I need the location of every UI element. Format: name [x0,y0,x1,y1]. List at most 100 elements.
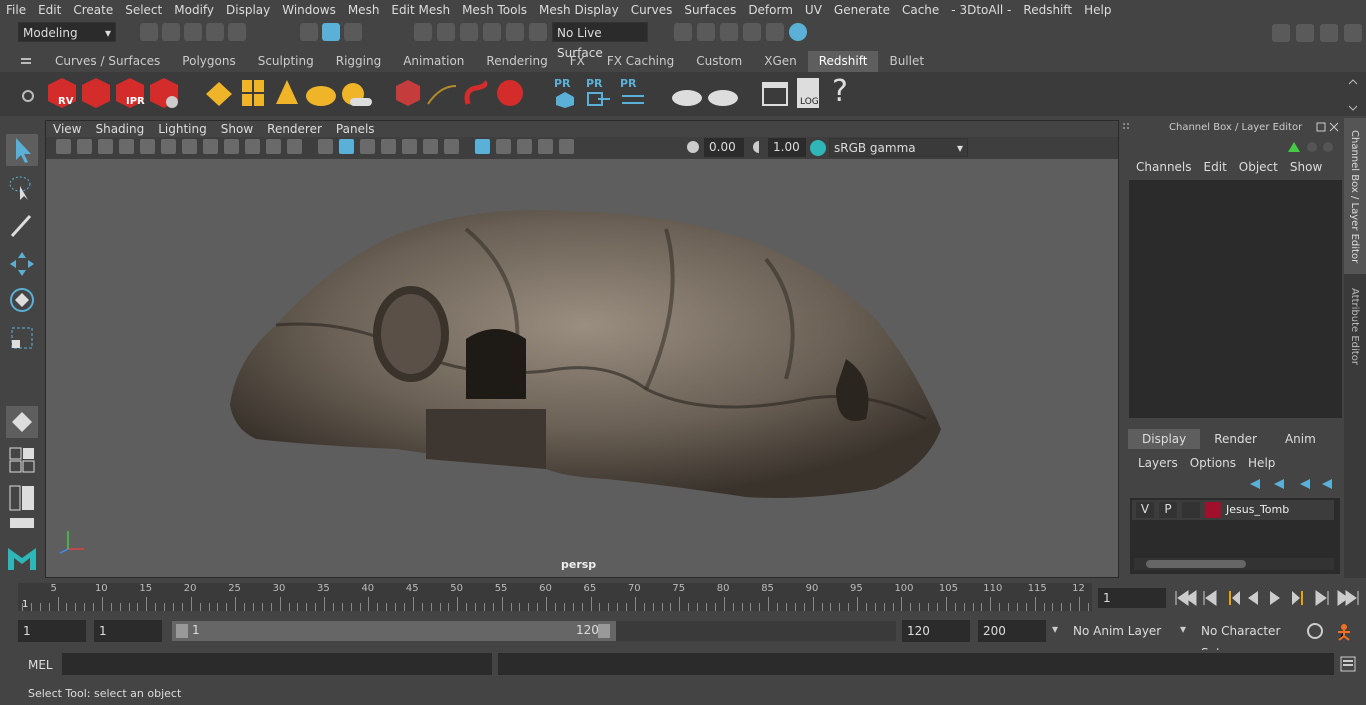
layout-options-icon[interactable] [6,514,38,532]
lights-icon[interactable] [381,139,396,154]
select-component-icon[interactable] [344,23,362,41]
menu-create[interactable]: Create [67,3,119,17]
current-frame-field[interactable]: 1 [1098,588,1166,608]
animation-prefs-icon[interactable] [1334,621,1354,641]
mel-label[interactable]: MEL [28,658,53,672]
proxy-icon[interactable] [394,78,422,108]
bookmark-icon[interactable] [98,139,113,154]
playback-start-field[interactable]: 1 [94,620,162,642]
3d-view[interactable]: persp [46,159,1118,577]
color-space-dropdown[interactable]: sRGB gamma ▾ [829,138,968,157]
layer-tab-anim[interactable]: Anim [1271,429,1330,449]
menu-help[interactable]: Help [1078,3,1117,17]
tab-channel-box[interactable]: Channel Box / Layer Editor [1344,118,1366,274]
hud-icon[interactable] [559,139,574,154]
layer-playback-toggle[interactable]: P [1159,502,1177,518]
layer-tab-render[interactable]: Render [1200,429,1271,449]
soft-select-icon[interactable] [6,406,38,438]
snap-edge-icon[interactable] [529,23,547,41]
save-scene-icon[interactable] [184,23,202,41]
resolution-gate-icon[interactable] [224,139,239,154]
shadows-icon[interactable] [402,139,417,154]
menu-mesh-tools[interactable]: Mesh Tools [456,3,533,17]
menu-redshift[interactable]: Redshift [1017,3,1078,17]
menu-select[interactable]: Select [119,3,168,17]
shelf-tab-curves-surfaces[interactable]: Curves / Surfaces [44,51,171,72]
new-scene-icon[interactable] [140,23,158,41]
layer-menu-layers[interactable]: Layers [1132,456,1184,470]
paint-select-tool-icon[interactable] [6,210,38,242]
channel-menu-object[interactable]: Object [1233,160,1284,174]
redo-icon[interactable] [228,23,246,41]
grid-icon[interactable] [182,139,197,154]
shelf-tab-redshift[interactable]: Redshift [807,51,879,72]
channel-menu-show[interactable]: Show [1284,160,1328,174]
menu-deform[interactable]: Deform [742,3,799,17]
range-handle-end[interactable] [598,624,610,638]
shelf-tab-fx-caching[interactable]: FX Caching [596,51,685,72]
range-bar[interactable]: 1 120 [172,621,616,641]
pr-cube-button[interactable]: PR [554,76,576,110]
snap-surface-icon[interactable] [506,23,524,41]
help-button[interactable]: ? [832,74,848,109]
portal-light-icon[interactable] [240,78,266,108]
open-scene-icon[interactable] [162,23,180,41]
layer-type-toggle[interactable] [1182,502,1200,518]
redshift-render-view-button[interactable]: RV [46,76,78,110]
volume-icon[interactable] [426,82,458,108]
render-view-icon[interactable] [697,23,715,41]
gate-mask-icon[interactable] [245,139,260,154]
hypershade-icon[interactable] [789,23,807,41]
xray-joints-icon[interactable] [475,139,490,154]
viewport-menu-view[interactable]: View [46,121,88,137]
menu-display[interactable]: Display [220,3,276,17]
xray-icon[interactable] [444,139,459,154]
layer-menu-help[interactable]: Help [1242,456,1281,470]
character-set-dropdown[interactable]: No Character Set [1196,620,1296,660]
spot-light-icon[interactable] [274,78,300,108]
menu-generate[interactable]: Generate [828,3,896,17]
select-object-icon[interactable] [322,23,340,41]
viewport-menu-lighting[interactable]: Lighting [151,121,214,137]
smooth-shade-icon[interactable] [339,139,354,154]
history-icon[interactable] [674,23,692,41]
chevron-down-icon[interactable]: ▾ [1052,622,1058,636]
shelf-settings-icon[interactable] [18,86,38,106]
gamma-field[interactable]: 1.00 [768,138,806,157]
field-chart-icon[interactable] [266,139,281,154]
lasso-tool-icon[interactable] [6,172,38,204]
workspace-icon[interactable] [1272,24,1290,42]
layout-icon[interactable] [1320,24,1338,42]
menu-file[interactable]: File [0,3,32,17]
tab-attribute-editor[interactable]: Attribute Editor [1344,284,1366,380]
menu-cache[interactable]: Cache [896,3,945,17]
select-hierarchy-icon[interactable] [300,23,318,41]
isolate-select-icon[interactable] [496,139,511,154]
viewport-menu-show[interactable]: Show [214,121,260,137]
viewport-menu-renderer[interactable]: Renderer [260,121,329,137]
end-time-field[interactable]: 200 [978,620,1046,642]
shelf-tab-rigging[interactable]: Rigging [325,51,392,72]
shelf-menu-icon[interactable] [18,54,34,70]
anim-layer-dropdown[interactable]: No Anim Layer [1068,620,1166,642]
menu-uv[interactable]: UV [799,3,828,17]
layer-tool-icons[interactable] [1248,476,1332,492]
script-editor-icon[interactable] [1340,656,1356,672]
panel-grip-icon[interactable] [1122,122,1130,134]
snap-point-icon[interactable] [460,23,478,41]
menu-3dtoall[interactable]: - 3DtoAll - [945,3,1017,17]
scrollbar-thumb[interactable] [1146,560,1246,568]
menu-mesh[interactable]: Mesh [342,3,386,17]
sun-sky-icon[interactable] [338,80,374,108]
camera-icon[interactable] [56,139,71,154]
dome-light-icon[interactable] [304,80,338,108]
menu-modify[interactable]: Modify [168,3,220,17]
shelf-tab-rendering[interactable]: Rendering [475,51,558,72]
select-tool-icon[interactable] [6,134,38,166]
layer-color-swatch[interactable] [1205,502,1221,518]
2d-pan-icon[interactable] [161,139,176,154]
layer-menu-options[interactable]: Options [1184,456,1242,470]
shelf-tab-polygons[interactable]: Polygons [171,51,246,72]
playback-end-field[interactable]: 120 [902,620,970,642]
snap-view-icon[interactable] [483,23,501,41]
